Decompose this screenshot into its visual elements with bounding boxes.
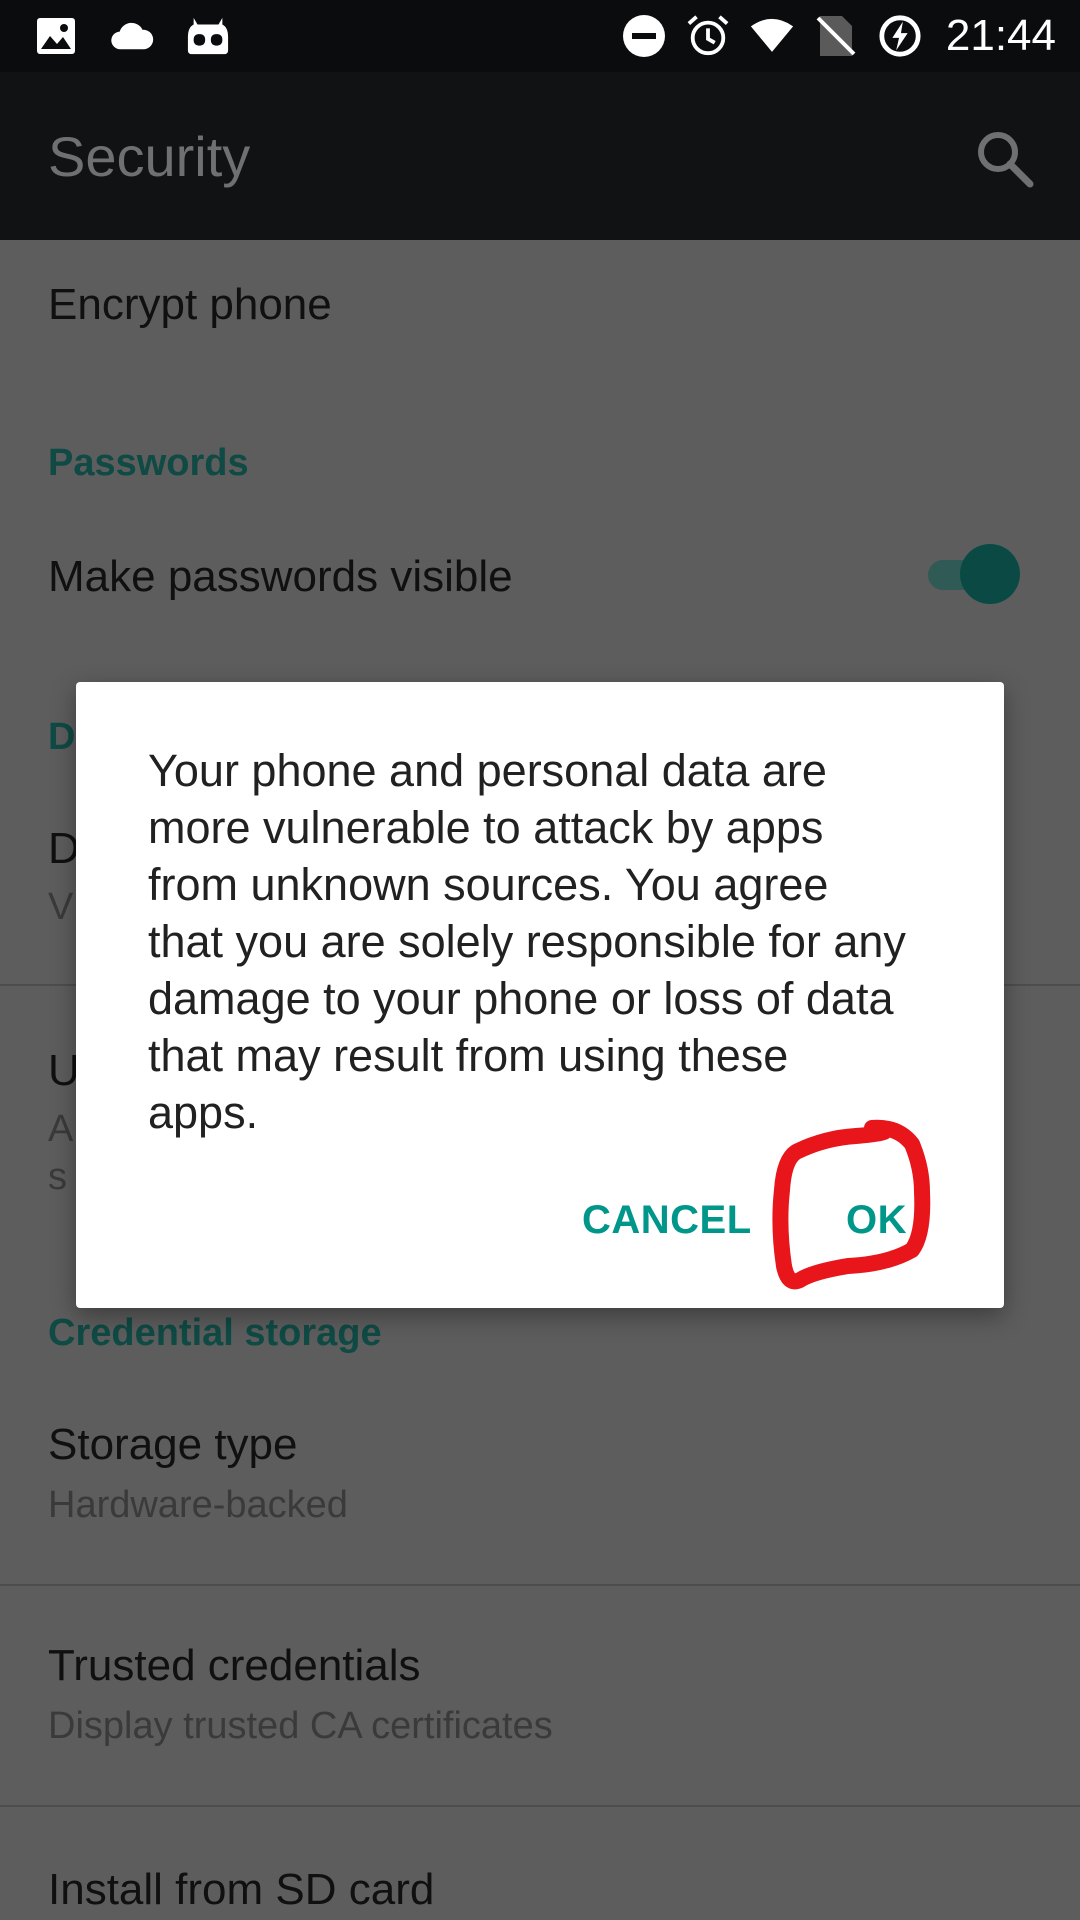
dialog-message: Your phone and personal data are more vu…	[148, 745, 906, 1138]
do-not-disturb-icon	[622, 14, 666, 58]
trusted-credentials-item[interactable]: Trusted credentials	[48, 1641, 421, 1691]
device-admin-item[interactable]: D	[48, 824, 80, 874]
storage-type-value: Hardware-backed	[48, 1484, 348, 1526]
ok-button[interactable]: OK	[846, 1198, 907, 1243]
device-admin-section-header: D	[48, 716, 76, 758]
search-button[interactable]	[972, 126, 1036, 190]
make-passwords-visible-item[interactable]: Make passwords visible	[48, 552, 513, 602]
install-from-sd-item[interactable]: Install from SD card	[48, 1865, 434, 1915]
unknown-sources-warning-dialog: Your phone and personal data are more vu…	[76, 682, 1004, 1308]
divider	[0, 1805, 1080, 1807]
toggle-thumb	[960, 544, 1020, 604]
divider	[0, 1584, 1080, 1586]
cancel-button[interactable]: CANCEL	[582, 1198, 752, 1243]
cloud-icon	[110, 14, 154, 58]
unknown-sources-sub-1: A	[48, 1108, 74, 1150]
status-left-icons	[34, 0, 230, 72]
status-bar: 21:44	[0, 0, 1080, 72]
status-time: 21:44	[945, 11, 1056, 60]
search-icon	[978, 132, 1034, 188]
credential-storage-section-header: Credential storage	[48, 1312, 382, 1354]
trusted-credentials-sub: Display trusted CA certificates	[48, 1705, 553, 1747]
wifi-icon	[750, 14, 794, 58]
unknown-sources-sub-2: s	[48, 1156, 67, 1198]
battery-charging-icon	[878, 14, 922, 58]
passwords-section-header: Passwords	[48, 442, 249, 484]
app-bar: Security	[0, 72, 1080, 240]
unknown-sources-item[interactable]: U	[48, 1046, 80, 1096]
alarm-icon	[686, 14, 730, 58]
encrypt-phone-item[interactable]: Encrypt phone	[48, 280, 332, 330]
no-sim-icon	[814, 14, 858, 58]
page-title: Security	[48, 125, 251, 188]
device-admin-item-sub: V	[48, 886, 74, 928]
storage-type-item[interactable]: Storage type	[48, 1420, 298, 1470]
cyanogen-icon	[186, 14, 230, 58]
make-passwords-visible-toggle[interactable]	[924, 544, 1024, 604]
status-right-icons: 21:44	[622, 0, 1056, 72]
image-icon	[34, 14, 78, 58]
